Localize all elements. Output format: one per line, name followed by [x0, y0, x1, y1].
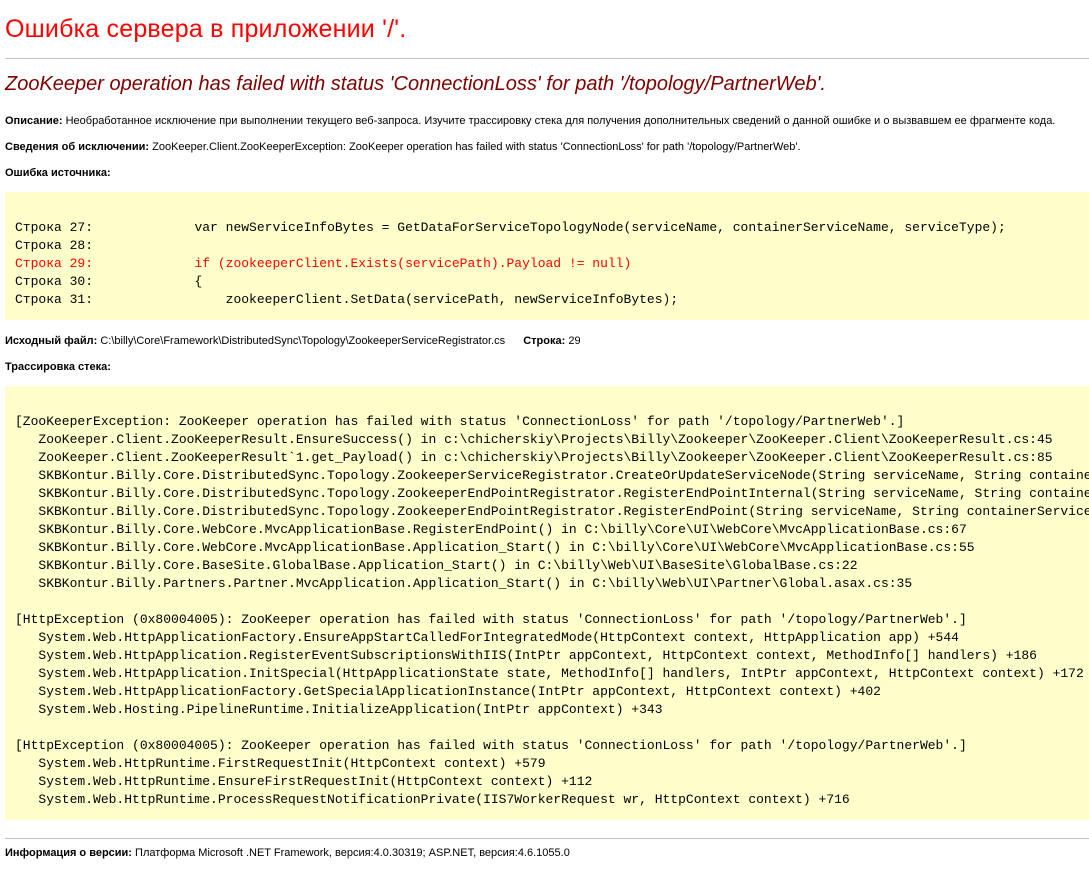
stack-frame: SKBKontur.Billy.Core.WebCore.MvcApplicat… [38, 540, 975, 555]
title-divider [5, 58, 1089, 59]
description-line: Описание: Необработанное исключение при … [5, 115, 1055, 127]
stack-trace-block: [ZooKeeperException: ZooKeeper operation… [5, 386, 1089, 820]
version-divider [5, 838, 1089, 839]
stack-frame: System.Web.HttpApplicationFactory.Ensure… [38, 630, 959, 645]
source-line-number: 29 [568, 335, 581, 347]
version-info-line: Информация о версии: Платформа Microsoft… [5, 847, 570, 859]
source-line-code: zookeeperClient.SetData(servicePath, new… [100, 292, 679, 307]
stack-frame: SKBKontur.Billy.Core.DistributedSync.Top… [38, 504, 1089, 519]
source-line-code: var newServiceInfoBytes = GetDataForServ… [100, 220, 1006, 235]
source-line-label: Строка 31: [15, 292, 101, 307]
source-error-block: Строка 27: var newServiceInfoBytes = Get… [5, 192, 1089, 320]
stack-frame: SKBKontur.Billy.Core.WebCore.MvcApplicat… [38, 522, 967, 537]
stack-frame: ZooKeeper.Client.ZooKeeperResult`1.get_P… [38, 450, 1053, 465]
source-line-label: Строка 27: [15, 220, 101, 235]
stack-block-header: [HttpException (0x80004005): ZooKeeper o… [15, 738, 967, 753]
version-info-label: Информация о версии: [5, 847, 132, 859]
stack-frame: SKBKontur.Billy.Core.DistributedSync.Top… [38, 468, 1089, 483]
stack-frame: SKBKontur.Billy.Core.BaseSite.GlobalBase… [38, 558, 858, 573]
source-line-code: { [100, 274, 203, 289]
version-info-text: Платформа Microsoft .NET Framework, верс… [135, 847, 570, 859]
source-error-heading: Ошибка источника: [5, 167, 111, 179]
source-line-label: Строка 28: [15, 238, 101, 253]
stack-block-header: [ZooKeeperException: ZooKeeper operation… [15, 414, 905, 429]
stack-trace-text[interactable]: [ZooKeeperException: ZooKeeper operation… [5, 386, 1089, 809]
stack-frame: System.Web.HttpRuntime.FirstRequestInit(… [38, 756, 546, 771]
stack-frame: ZooKeeper.Client.ZooKeeperResult.EnsureS… [38, 432, 1053, 447]
source-error-code[interactable]: Строка 27: var newServiceInfoBytes = Get… [5, 192, 1089, 309]
stack-trace-heading: Трассировка стека: [5, 361, 111, 373]
page-title: Ошибка сервера в приложении '/'. [5, 15, 407, 43]
description-label: Описание: [5, 115, 63, 127]
stack-frame: System.Web.HttpApplication.InitSpecial(H… [38, 666, 1084, 681]
source-file-path: C:\billy\Core\Framework\DistributedSync\… [100, 335, 506, 347]
stack-frame: System.Web.Hosting.PipelineRuntime.Initi… [38, 702, 663, 717]
source-line-label-highlight: Строка 29: [15, 256, 101, 271]
stack-frame: System.Web.HttpRuntime.ProcessRequestNot… [38, 792, 850, 807]
error-message: ZooKeeper operation has failed with stat… [5, 73, 826, 95]
stack-frame: System.Web.HttpApplicationFactory.GetSpe… [38, 684, 881, 699]
stack-frame: System.Web.HttpRuntime.EnsureFirstReques… [38, 774, 593, 789]
exception-details-text: ZooKeeper.Client.ZooKeeperException: Zoo… [152, 141, 801, 153]
source-file-line: Исходный файл: C:\billy\Core\Framework\D… [5, 335, 581, 347]
exception-details-line: Сведения об исключении: ZooKeeper.Client… [5, 141, 801, 153]
description-text: Необработанное исключение при выполнении… [65, 115, 1056, 127]
source-line-label: Строка 30: [15, 274, 101, 289]
stack-block-header: [HttpException (0x80004005): ZooKeeper o… [15, 612, 967, 627]
stack-frame: SKBKontur.Billy.Core.DistributedSync.Top… [38, 486, 1089, 501]
exception-details-label: Сведения об исключении: [5, 141, 150, 153]
source-file-label: Исходный файл: [5, 335, 98, 347]
stack-frame: SKBKontur.Billy.Partners.Partner.MvcAppl… [38, 576, 913, 591]
source-line-code-highlight: if (zookeeperClient.Exists(servicePath).… [100, 256, 632, 271]
source-line-number-label: Строка: [523, 335, 566, 347]
stack-frame: System.Web.HttpApplication.RegisterEvent… [38, 648, 1037, 663]
